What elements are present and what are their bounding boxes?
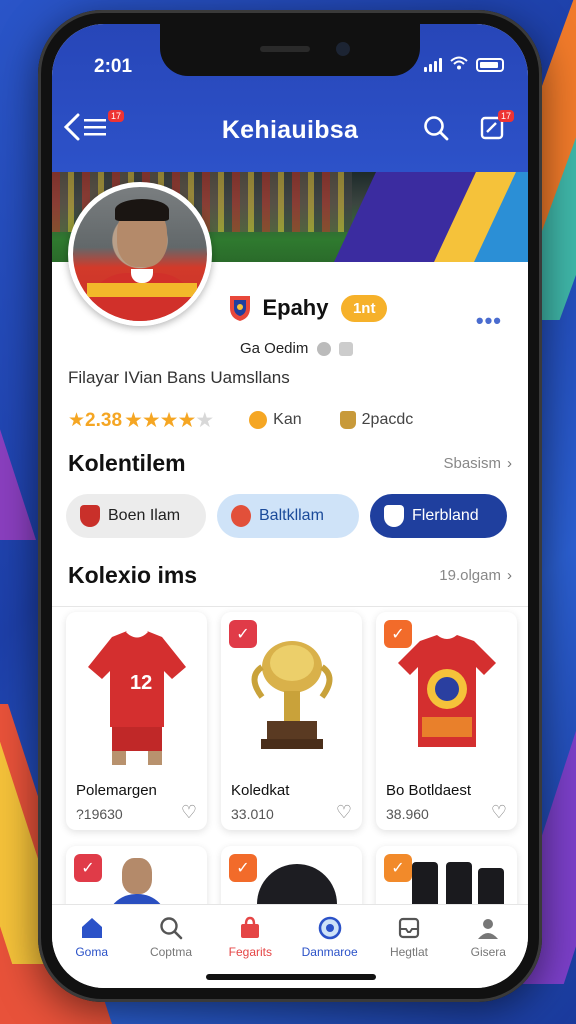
signal-icon: [424, 58, 442, 72]
items-see-all[interactable]: 19.olgam ›: [439, 567, 512, 584]
trophy-icon: [231, 622, 352, 772]
nav-row: 17 Kehiauibsa 17: [52, 104, 528, 154]
collections-header: Kolentilem Sbasism ›: [68, 450, 512, 477]
handle-text: Ga Oedim: [240, 340, 309, 357]
speaker: [260, 46, 310, 52]
discover-icon: [318, 916, 341, 940]
gear-icon: [231, 505, 251, 527]
profile-bio: Filayar IVian Bans Uamsllans: [68, 368, 290, 387]
avatar[interactable]: [68, 182, 212, 326]
club-crest-icon: [230, 296, 250, 321]
chevron-right-icon: ›: [507, 455, 512, 472]
collections-title: Kolentilem: [68, 450, 186, 476]
stat-a[interactable]: Kan: [249, 411, 302, 429]
svg-text:12: 12: [130, 672, 152, 694]
tab-profile[interactable]: Gisera: [449, 915, 528, 988]
divider: [52, 606, 528, 607]
link-icon: [338, 342, 353, 357]
app-screen: 2:01 17 Kehiauibsa 17 Epahy 1nt ••• Ga O…: [52, 24, 528, 988]
item-card[interactable]: ✓ Bo Botldaest 38.960 ♡: [376, 612, 517, 830]
chip-boen-ilam[interactable]: Boen Ilam: [66, 494, 206, 538]
items-grid: 12 Polemargen ?19630 ♡ ✓ Koledkat 33.010…: [66, 612, 518, 926]
item-price: 33.010: [231, 806, 274, 822]
avatar-hair: [115, 199, 169, 221]
chip-label: Flerbland: [412, 507, 479, 524]
verified-icon: [316, 342, 331, 357]
status-time: 2:01: [94, 56, 133, 77]
chip-label: Boen Ilam: [108, 507, 181, 524]
items-title: Kolexio ims: [68, 562, 198, 588]
bag-icon: [241, 916, 260, 938]
item-name: Polemargen: [76, 782, 157, 799]
tab-label: Coptma: [149, 945, 192, 959]
see-all-label: 19.olgam: [439, 567, 501, 584]
share-badge: 17: [497, 110, 514, 122]
profile-name: Epahy: [262, 295, 329, 320]
rating-stars: ★★★★★: [124, 408, 214, 432]
see-all-label: Sbasism: [443, 455, 501, 472]
phone-frame: 2:01 17 Kehiauibsa 17 Epahy 1nt ••• Ga O…: [38, 10, 542, 1002]
jersey-icon: 12: [76, 622, 197, 772]
collections-see-all[interactable]: Sbasism ›: [443, 455, 512, 472]
chevron-right-icon: ›: [507, 567, 512, 584]
bag-icon: [339, 411, 356, 429]
shield-icon: [384, 505, 404, 527]
avatar-jersey-stripe: [87, 283, 197, 297]
inbox-icon: [398, 917, 420, 939]
app-title: Kehiauibsa: [221, 116, 359, 144]
tab-inbox[interactable]: Hegtlat: [369, 915, 448, 988]
profile-icon: [478, 919, 499, 939]
battery-icon: [476, 58, 504, 72]
tab-label: Danmaroe: [301, 945, 358, 959]
level-badge: 1nt: [340, 294, 388, 322]
home-icon: [81, 918, 102, 938]
tab-label: Gisera: [470, 945, 506, 959]
medal-icon: [249, 411, 268, 429]
front-camera: [336, 42, 350, 56]
stat-b-label: 2pacdc: [361, 411, 414, 428]
tshirt-icon: [386, 622, 507, 772]
chip-row: Boen Ilam Baltkllam Flerbland: [66, 494, 516, 538]
search-icon[interactable]: [422, 114, 450, 142]
search-icon: [160, 917, 183, 940]
stat-b[interactable]: 2pacdc: [339, 411, 414, 429]
stat-a-label: Kan: [273, 411, 302, 428]
heart-icon[interactable]: ♡: [336, 802, 352, 823]
status-icons: [424, 56, 504, 74]
item-card[interactable]: 12 Polemargen ?19630 ♡: [66, 612, 207, 830]
item-card[interactable]: ✓ Koledkat 33.010 ♡: [221, 612, 362, 830]
rating-value: ★2.38: [68, 409, 123, 431]
stats-row: ★2.38 ★★★★★ Kan 2pacdc: [68, 406, 512, 434]
chip-label: Baltkllam: [259, 507, 324, 524]
item-price: ?19630: [76, 806, 123, 822]
more-options-icon[interactable]: •••: [476, 308, 502, 334]
bg-stripe: [0, 380, 36, 540]
tab-home[interactable]: Goma: [52, 915, 131, 988]
tab-search[interactable]: Coptma: [131, 915, 210, 988]
chip-flerbland[interactable]: Flerbland: [370, 494, 507, 538]
item-name: Bo Botldaest: [386, 782, 472, 799]
item-name: Koledkat: [231, 782, 290, 799]
player-icon: [122, 858, 152, 894]
check-icon[interactable]: ✓: [74, 854, 102, 882]
items-header: Kolexio ims 19.olgam ›: [68, 562, 512, 589]
heart-icon[interactable]: ♡: [491, 802, 507, 823]
check-icon[interactable]: ✓: [384, 854, 412, 882]
crest-icon: [80, 505, 100, 527]
heart-icon[interactable]: ♡: [181, 802, 197, 823]
rating-number: 2.38: [85, 409, 123, 431]
wifi-icon: [450, 56, 468, 74]
home-indicator: [206, 974, 376, 980]
profile-handle: Ga Oedim: [240, 340, 353, 357]
check-icon[interactable]: ✓: [229, 854, 257, 882]
notch: [160, 24, 420, 76]
tab-label: Fegarits: [228, 945, 272, 959]
profile-info: Epahy 1nt: [228, 294, 388, 322]
tab-label: Goma: [75, 945, 108, 959]
tab-label: Hegtlat: [389, 945, 428, 959]
chip-baltkllam[interactable]: Baltkllam: [217, 494, 359, 538]
item-price: 38.960: [386, 806, 429, 822]
